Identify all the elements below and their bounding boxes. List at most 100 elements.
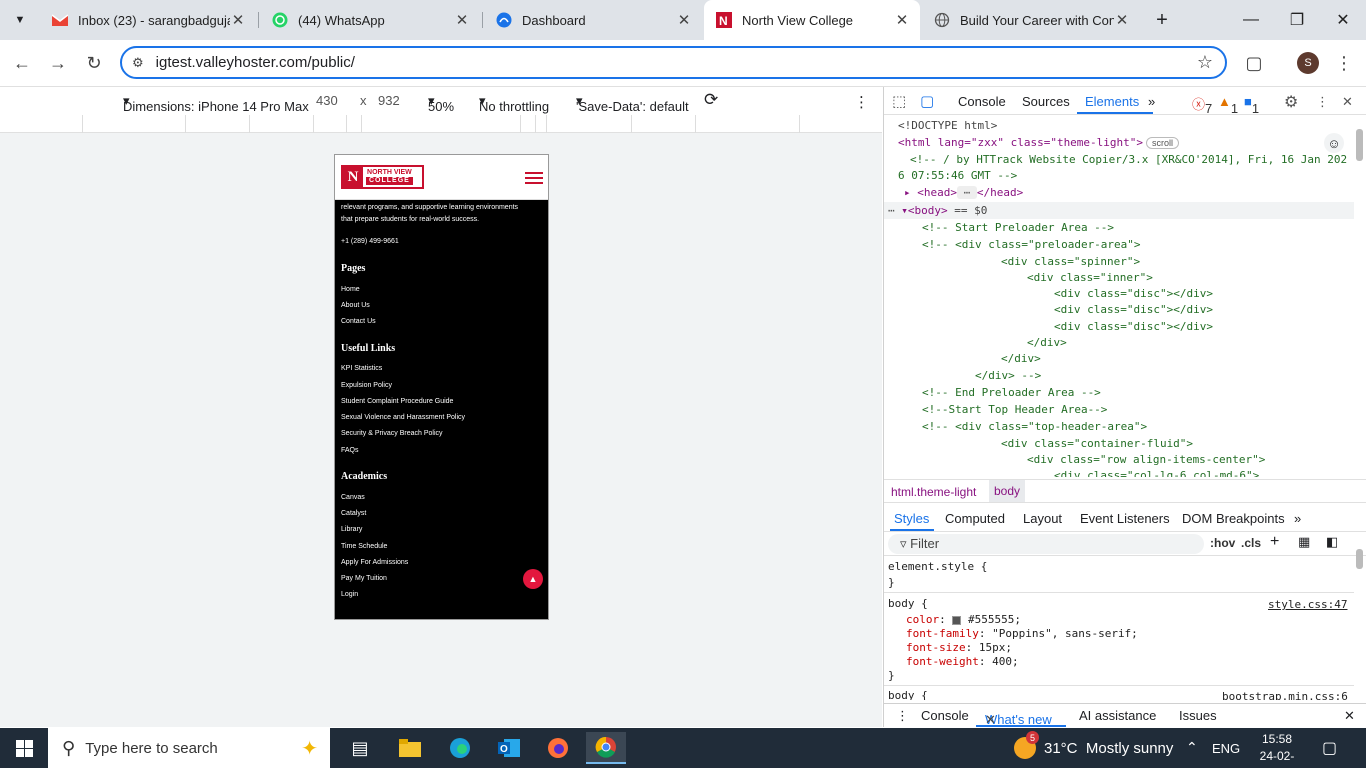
phone-link[interactable]: +1 (289) 499-9661 [341, 238, 399, 245]
sidebar-toggle-icon[interactable]: ◧ [1326, 534, 1338, 550]
bookmark-star-icon[interactable]: ☆ [1197, 52, 1213, 73]
footer-link-contact[interactable]: Contact Us [341, 318, 376, 325]
filter-input[interactable]: ▿ Filter [888, 534, 1204, 554]
footer-link-home[interactable]: Home [341, 286, 360, 293]
clock[interactable]: 15:58 24-02-2026 [1250, 731, 1304, 768]
window-close-button[interactable]: ✕ [1320, 0, 1366, 40]
footer-link-expulsion[interactable]: Expulsion Policy [341, 382, 392, 389]
dom-comment[interactable]: <!-- <div class="preloader-area"> [922, 238, 1141, 251]
settings-gear-icon[interactable]: ⚙ [1284, 92, 1298, 112]
more-tabs-icon[interactable]: » [1148, 94, 1155, 109]
tab-styles[interactable]: Styles [894, 511, 929, 526]
dom-comment[interactable]: <div class="spinner"> [1001, 255, 1140, 268]
drawer-close-icon[interactable]: ✕ [1344, 708, 1355, 724]
tab-dom-breakpoints[interactable]: DOM Breakpoints [1182, 511, 1285, 526]
dom-line-body[interactable]: ⋯ ▾<body> == $0 [888, 204, 987, 217]
task-view-icon[interactable]: ▤ [340, 732, 380, 764]
footer-link-about[interactable]: About Us [341, 302, 370, 309]
tab-search-button[interactable]: ▼ [8, 8, 32, 32]
dom-line-head[interactable]: ▸ <head> ⋯ </head> [904, 186, 1023, 199]
tab-whatsapp[interactable]: (44) WhatsApp ✕ [260, 0, 480, 40]
css-source-link-2[interactable]: bootstrap.min.css:6 [1222, 690, 1348, 700]
windows-start-icon[interactable] [4, 732, 44, 764]
dom-comment[interactable]: </div> [1001, 352, 1041, 365]
close-icon[interactable]: ✕ [230, 11, 246, 29]
warning-count-badge[interactable]: ▲ 1 [1218, 94, 1238, 116]
chrome-menu-icon[interactable]: ⋮ [1330, 50, 1358, 76]
dom-comment[interactable]: <div class="container-fluid"> [1001, 437, 1193, 450]
drawer-tab-ai-assistance[interactable]: AI assistance [1079, 708, 1156, 723]
minimize-button[interactable]: — [1228, 0, 1274, 40]
more-style-tabs-icon[interactable]: » [1294, 511, 1301, 526]
footer-link-complaint[interactable]: Student Complaint Procedure Guide [341, 398, 453, 405]
devtools-close-icon[interactable]: ✕ [1342, 94, 1353, 110]
close-icon[interactable]: ✕ [894, 11, 910, 29]
footer-link-tuition[interactable]: Pay My Tuition [341, 575, 387, 582]
dom-line-html[interactable]: <html lang="zxx" class="theme-light"> [898, 136, 1143, 149]
css-font-weight-decl[interactable]: font-weight: 400; [906, 655, 1019, 668]
scroll-badge[interactable]: scroll [1146, 137, 1180, 149]
device-more-icon[interactable]: ⋮ [854, 93, 869, 111]
crumb-body[interactable]: body [989, 480, 1026, 502]
tab-console[interactable]: Console [958, 94, 1006, 109]
dom-comment[interactable]: <div class="disc"></div> [1054, 287, 1213, 300]
footer-link-kpi[interactable]: KPI Statistics [341, 365, 382, 372]
outlook-icon[interactable]: O [489, 732, 529, 764]
dimensions-select[interactable]: Dimensions: iPhone 14 Pro Max ▾ [123, 93, 309, 114]
dom-comment[interactable]: <!-- Start Preloader Area --> [922, 221, 1114, 234]
css-body-selector[interactable]: body { [888, 597, 928, 610]
new-rule-icon[interactable]: + [1270, 533, 1279, 551]
dom-comment[interactable]: </div> --> [975, 369, 1041, 382]
error-count-badge[interactable]: ⓧ 7 [1192, 94, 1212, 116]
dom-line-doctype[interactable]: <!DOCTYPE html> [898, 119, 997, 132]
back-button[interactable]: ← [8, 50, 36, 76]
css-font-size-decl[interactable]: font-size: 15px; [906, 641, 1012, 654]
dom-comment[interactable]: 6 07:55:46 GMT --> [898, 169, 1017, 182]
dom-comment[interactable]: <div class="row align-items-center"> [1027, 453, 1265, 466]
profile-avatar[interactable]: S [1297, 52, 1319, 74]
dom-comment[interactable]: <div class="inner"> [1027, 271, 1153, 284]
dom-scrollbar[interactable] [1356, 119, 1364, 474]
color-swatch-icon[interactable] [952, 615, 962, 625]
css-source-link[interactable]: style.css:47 [1268, 598, 1347, 611]
footer-link-catalyst[interactable]: Catalyst [341, 510, 366, 517]
accessibility-icon[interactable]: ☺ [1324, 133, 1344, 153]
footer-link-library[interactable]: Library [341, 526, 362, 533]
footer-link-admissions[interactable]: Apply For Admissions [341, 559, 408, 566]
devtools-menu-icon[interactable]: ⋮ [1316, 94, 1329, 110]
footer-link-schedule[interactable]: Time Schedule [341, 543, 387, 550]
dom-comment[interactable]: <div class="disc"></div> [1054, 303, 1213, 316]
footer-link-login[interactable]: Login [341, 591, 358, 598]
new-tab-button[interactable]: + [1150, 8, 1174, 32]
forward-button[interactable]: → [44, 50, 72, 76]
close-icon[interactable]: ✕ [454, 11, 470, 29]
dom-comment[interactable]: <div class="col-lg-6 col-md-6"> [1054, 469, 1259, 477]
css-font-family-decl[interactable]: font-family: "Poppins", sans-serif; [906, 627, 1138, 640]
footer-link-harassment[interactable]: Sexual Violence and Harassment Policy [341, 414, 465, 421]
tab-build-career[interactable]: Build Your Career with Confi ✕ [922, 0, 1140, 40]
footer-link-privacy[interactable]: Security & Privacy Breach Policy [341, 430, 443, 437]
reload-button[interactable]: ↻ [80, 50, 108, 76]
firefox-icon[interactable] [538, 732, 578, 764]
tab-event-listeners[interactable]: Event Listeners [1080, 511, 1170, 526]
tab-layout[interactable]: Layout [1023, 511, 1062, 526]
rendering-icon[interactable]: ▦ [1298, 534, 1310, 550]
drawer-tab-issues[interactable]: Issues [1179, 708, 1217, 723]
tab-elements[interactable]: Elements [1085, 94, 1139, 109]
height-input[interactable]: 932 [378, 93, 400, 108]
notifications-icon[interactable]: ▢ [1322, 738, 1337, 758]
chrome-taskbar-icon[interactable] [586, 732, 626, 764]
dom-comment[interactable]: <!--Start Top Header Area--> [922, 403, 1107, 416]
width-input[interactable]: 430 [316, 93, 338, 108]
tab-dashboard[interactable]: Dashboard ✕ [484, 0, 702, 40]
dom-comment[interactable]: <div class="disc"></div> [1054, 320, 1213, 333]
tab-north-view-college[interactable]: N North View College ✕ [704, 0, 920, 40]
css-element-style[interactable]: element.style { [888, 560, 987, 573]
css-body-selector-2[interactable]: body { [888, 689, 928, 700]
hov-toggle[interactable]: :hov [1210, 536, 1235, 550]
taskbar-search-box[interactable]: ⚲ Type here to search ✦ [48, 728, 330, 768]
site-info-icon[interactable]: ⚙ [132, 55, 144, 71]
address-bar[interactable]: ⚙ igtest.valleyhoster.com/public/ ☆ [120, 46, 1227, 79]
footer-link-faqs[interactable]: FAQs [341, 447, 359, 454]
throttling-select[interactable]: No throttling ▾ [479, 93, 549, 114]
